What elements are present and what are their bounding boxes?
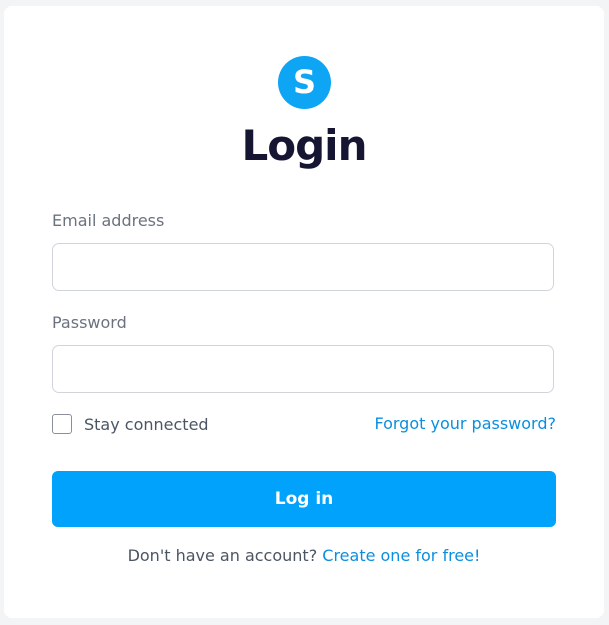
password-label: Password [52, 313, 127, 332]
stay-connected-label[interactable]: Stay connected [84, 415, 209, 434]
email-label: Email address [52, 211, 165, 230]
stay-connected-checkbox[interactable] [52, 414, 72, 434]
email-field[interactable] [52, 243, 554, 291]
stay-connected-option[interactable]: Stay connected [52, 414, 209, 434]
login-button[interactable]: Log in [52, 471, 556, 527]
forgot-password-link[interactable]: Forgot your password? [374, 414, 556, 434]
page-title: Login [241, 121, 368, 170]
login-card: S Login Email address Password Stay conn… [4, 6, 604, 618]
logo-icon: S [278, 56, 331, 109]
password-field[interactable] [52, 345, 554, 393]
signup-prompt: Don't have an account? Create one for fr… [4, 546, 604, 565]
create-account-link[interactable]: Create one for free! [322, 546, 480, 565]
signup-prompt-text: Don't have an account? [127, 546, 323, 565]
logo-letter: S [292, 62, 317, 101]
